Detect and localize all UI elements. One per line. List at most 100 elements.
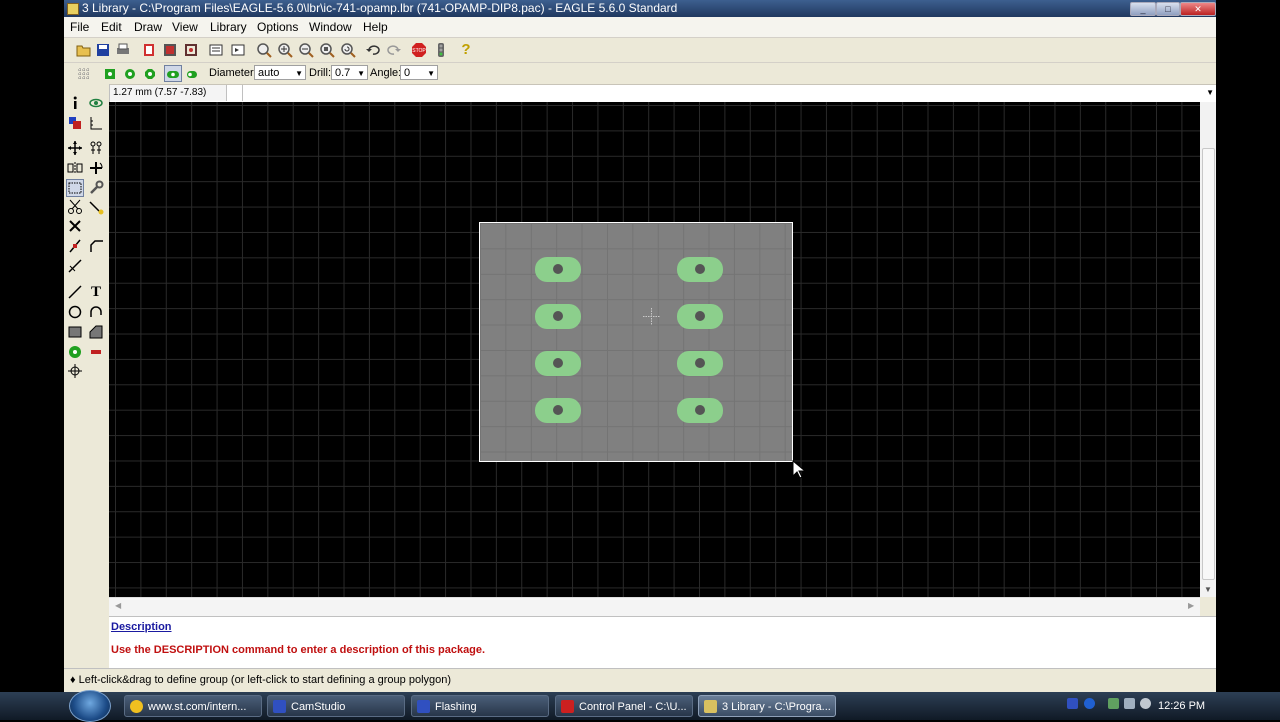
schematic-icon[interactable] [183, 42, 199, 58]
taskbar-item-browser[interactable]: www.st.com/intern... [124, 695, 262, 717]
pad-8[interactable] [677, 398, 723, 423]
menu-options[interactable]: Options [257, 20, 298, 34]
vertical-scroll-thumb[interactable] [1202, 148, 1215, 580]
taskbar-item-eagle[interactable]: 3 Library - C:\Progra... [698, 695, 836, 717]
print-icon[interactable] [115, 42, 131, 58]
pad-square-icon[interactable] [102, 66, 118, 82]
paste-icon[interactable] [88, 199, 104, 215]
taskbar-item-flashing[interactable]: Flashing [411, 695, 549, 717]
mark-icon[interactable] [88, 115, 104, 131]
tray-app-icon[interactable] [1067, 698, 1078, 709]
close-button[interactable]: ✕ [1180, 2, 1216, 16]
copy-icon[interactable] [88, 140, 104, 156]
board-icon[interactable] [162, 42, 178, 58]
scroll-left-icon[interactable]: ◀ [115, 601, 121, 610]
horizontal-scrollbar[interactable]: ◀ ▶ [109, 597, 1200, 617]
zoom-select-icon[interactable] [319, 42, 335, 58]
circle-icon[interactable] [67, 304, 83, 320]
delete-icon[interactable] [67, 218, 83, 234]
status-text: ♦ Left-click&drag to define group (or le… [70, 674, 452, 686]
undo-icon[interactable] [365, 42, 381, 58]
polygon-icon[interactable] [88, 324, 104, 340]
change-icon[interactable] [88, 180, 104, 196]
display-icon[interactable] [67, 115, 83, 131]
angle-select[interactable]: 0 ▼ [400, 65, 438, 80]
miter-icon[interactable] [88, 238, 104, 254]
mirror-icon[interactable] [67, 160, 83, 176]
split-icon[interactable] [67, 238, 83, 254]
menu-edit[interactable]: Edit [101, 20, 122, 34]
hole-icon[interactable] [67, 363, 83, 379]
angle-value: 0 [404, 67, 411, 79]
pad-1[interactable] [535, 257, 581, 282]
taskbar-item-camstudio[interactable]: CamStudio [267, 695, 405, 717]
redo-icon[interactable] [386, 42, 402, 58]
smd-icon[interactable] [88, 344, 104, 360]
rect-icon[interactable] [67, 324, 83, 340]
pad-6[interactable] [677, 351, 723, 376]
rotate-icon[interactable] [88, 160, 104, 176]
command-input[interactable] [245, 86, 1195, 100]
pad-octagon-icon[interactable] [142, 66, 158, 82]
menu-window[interactable]: Window [309, 20, 352, 34]
description-link[interactable]: Description [111, 621, 172, 633]
chevron-down-icon[interactable]: ▼ [1206, 88, 1214, 97]
wire-icon[interactable] [67, 284, 83, 300]
pad-round-icon[interactable] [122, 66, 138, 82]
pad-icon[interactable] [67, 344, 83, 360]
pad-3[interactable] [535, 304, 581, 329]
pad-5[interactable] [535, 351, 581, 376]
cam-icon[interactable] [141, 42, 157, 58]
zoom-out-icon[interactable] [298, 42, 314, 58]
start-button[interactable] [69, 690, 111, 722]
text-icon[interactable]: T [88, 284, 104, 300]
vertical-scrollbar[interactable]: ▼ [1200, 102, 1216, 597]
arc-icon[interactable] [88, 304, 104, 320]
grid-icon[interactable] [76, 66, 92, 82]
menu-file[interactable]: File [70, 20, 89, 34]
drawing-canvas[interactable] [109, 102, 1200, 597]
power-icon[interactable] [1108, 698, 1119, 709]
pad-2[interactable] [677, 257, 723, 282]
scroll-right-icon[interactable]: ▶ [1188, 601, 1194, 610]
drill-hole [553, 358, 563, 368]
svg-text:STOP: STOP [412, 48, 426, 54]
zoom-in-icon[interactable] [277, 42, 293, 58]
stop-icon[interactable]: STOP [411, 42, 427, 58]
maximize-button[interactable]: □ [1156, 2, 1180, 16]
pad-7[interactable] [535, 398, 581, 423]
open-icon[interactable] [76, 42, 92, 58]
menu-library[interactable]: Library [210, 20, 247, 34]
bluetooth-icon[interactable] [1084, 698, 1095, 709]
redraw-icon[interactable] [340, 42, 356, 58]
pad-4[interactable] [677, 304, 723, 329]
status-bar: ♦ Left-click&drag to define group (or le… [64, 668, 1216, 691]
optimize-icon[interactable] [67, 258, 83, 274]
scroll-down-icon[interactable]: ▼ [1204, 585, 1212, 594]
script-icon[interactable] [208, 42, 224, 58]
menu-view[interactable]: View [172, 20, 198, 34]
show-icon[interactable] [88, 95, 104, 111]
save-icon[interactable] [95, 42, 111, 58]
menu-help[interactable]: Help [363, 20, 388, 34]
command-history-button[interactable] [228, 85, 243, 101]
menu-draw[interactable]: Draw [134, 20, 162, 34]
zoom-fit-icon[interactable] [256, 42, 272, 58]
pad-offset-icon[interactable] [184, 66, 200, 82]
diameter-select[interactable]: auto ▼ [254, 65, 306, 80]
move-icon[interactable] [67, 140, 83, 156]
pad-long-icon[interactable] [164, 65, 182, 82]
network-icon[interactable] [1124, 698, 1135, 709]
volume-icon[interactable] [1140, 698, 1151, 709]
taskbar-item-control-panel[interactable]: Control Panel - C:\U... [555, 695, 693, 717]
cut-icon[interactable] [67, 199, 83, 215]
run-icon[interactable] [230, 42, 246, 58]
group-icon[interactable] [66, 179, 84, 197]
go-icon[interactable] [433, 42, 449, 58]
info-icon[interactable] [67, 95, 83, 111]
group-selection-area[interactable] [479, 222, 793, 462]
help-icon[interactable]: ? [458, 42, 474, 58]
minimize-button[interactable]: _ [1130, 2, 1156, 16]
window-title: 3 Library - C:\Program Files\EAGLE-5.6.0… [82, 1, 678, 15]
drill-select[interactable]: 0.7 ▼ [331, 65, 368, 80]
